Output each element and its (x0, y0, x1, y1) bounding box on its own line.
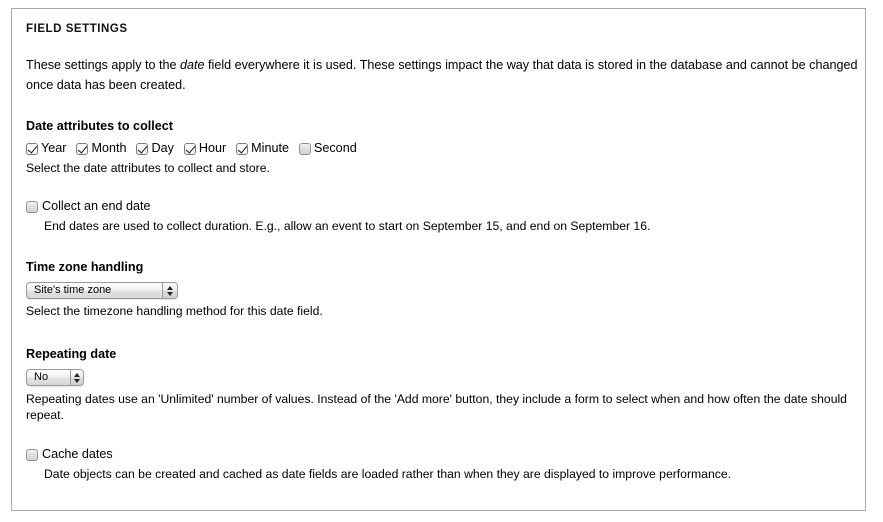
checkbox-hour-box[interactable] (183, 142, 196, 155)
checkbox-item-cache-dates[interactable]: Cache dates (26, 447, 851, 462)
field-settings-fieldset: FIELD SETTINGS These settings apply to t… (11, 8, 866, 511)
page-background: FIELD SETTINGS These settings apply to t… (0, 0, 883, 522)
time-zone-select-value: Site's time zone (34, 284, 112, 296)
time-zone-form-item: Time zone handling Site's time zone Sele… (26, 259, 851, 320)
chevron-down-icon (166, 291, 173, 296)
repeating-date-description: Repeating dates use an 'Unlimited' numbe… (26, 392, 847, 422)
checkbox-minute-label: Minute (251, 141, 289, 155)
date-attributes-checkbox-row: Year Month Day Hour Minute Second (26, 141, 851, 156)
end-date-description: End dates are used to collect duration. … (44, 219, 651, 233)
fieldset-intro-text: These settings apply to the date field e… (26, 55, 858, 95)
checkbox-day-box[interactable] (136, 142, 149, 155)
checkbox-minute-box[interactable] (236, 142, 249, 155)
up-down-arrows-icon[interactable] (161, 283, 177, 298)
time-zone-label: Time zone handling (26, 260, 144, 274)
time-zone-description: Select the timezone handling method for … (26, 304, 323, 318)
intro-text-before: These settings apply to the (26, 58, 181, 72)
date-attributes-label: Date attributes to collect (26, 119, 173, 133)
repeating-date-select-value: No (34, 371, 49, 383)
chevron-up-icon (74, 372, 81, 377)
time-zone-select[interactable]: Site's time zone (26, 282, 178, 299)
repeating-date-label: Repeating date (26, 347, 117, 361)
checkbox-item-collect-end-date[interactable]: Collect an end date (26, 199, 851, 214)
checkbox-month-label: Month (91, 141, 127, 155)
checkbox-hour-label: Hour (198, 141, 227, 155)
cache-dates-description: Date objects can be created and cached a… (44, 467, 731, 481)
fieldset-legend: FIELD SETTINGS (26, 23, 128, 35)
repeating-date-select[interactable]: No (26, 369, 84, 386)
up-down-arrows-icon[interactable] (70, 370, 83, 385)
checkbox-item-hour[interactable]: Hour (183, 141, 227, 156)
checkbox-item-month[interactable]: Month (76, 141, 126, 156)
checkbox-year-label: Year (41, 141, 67, 155)
checkbox-day-label: Day (151, 141, 174, 155)
checkbox-month-box[interactable] (76, 142, 89, 155)
checkbox-cache-dates-label: Cache dates (42, 447, 113, 461)
cache-dates-form-item: Cache dates Date objects can be created … (26, 447, 851, 483)
checkbox-second-box[interactable] (298, 142, 311, 155)
checkbox-collect-end-date-box[interactable] (26, 200, 38, 213)
repeating-date-form-item: Repeating date No Repeating dates use an… (26, 346, 851, 423)
checkbox-year-box[interactable] (26, 142, 38, 155)
date-attributes-form-item: Date attributes to collect Year Month Da… (26, 118, 851, 177)
end-date-form-item: Collect an end date End dates are used t… (26, 199, 851, 235)
checkbox-cache-dates-box[interactable] (26, 448, 38, 461)
date-attributes-description: Select the date attributes to collect an… (26, 161, 270, 175)
checkbox-item-day[interactable]: Day (136, 141, 174, 156)
chevron-down-icon (74, 378, 81, 383)
checkbox-second-label: Second (313, 141, 357, 155)
checkbox-collect-end-date-label: Collect an end date (42, 199, 151, 213)
intro-field-name: date (180, 58, 205, 72)
checkbox-item-second[interactable]: Second (298, 141, 357, 156)
checkbox-item-year[interactable]: Year (26, 141, 66, 156)
checkbox-item-minute[interactable]: Minute (236, 141, 289, 156)
chevron-up-icon (166, 285, 173, 290)
